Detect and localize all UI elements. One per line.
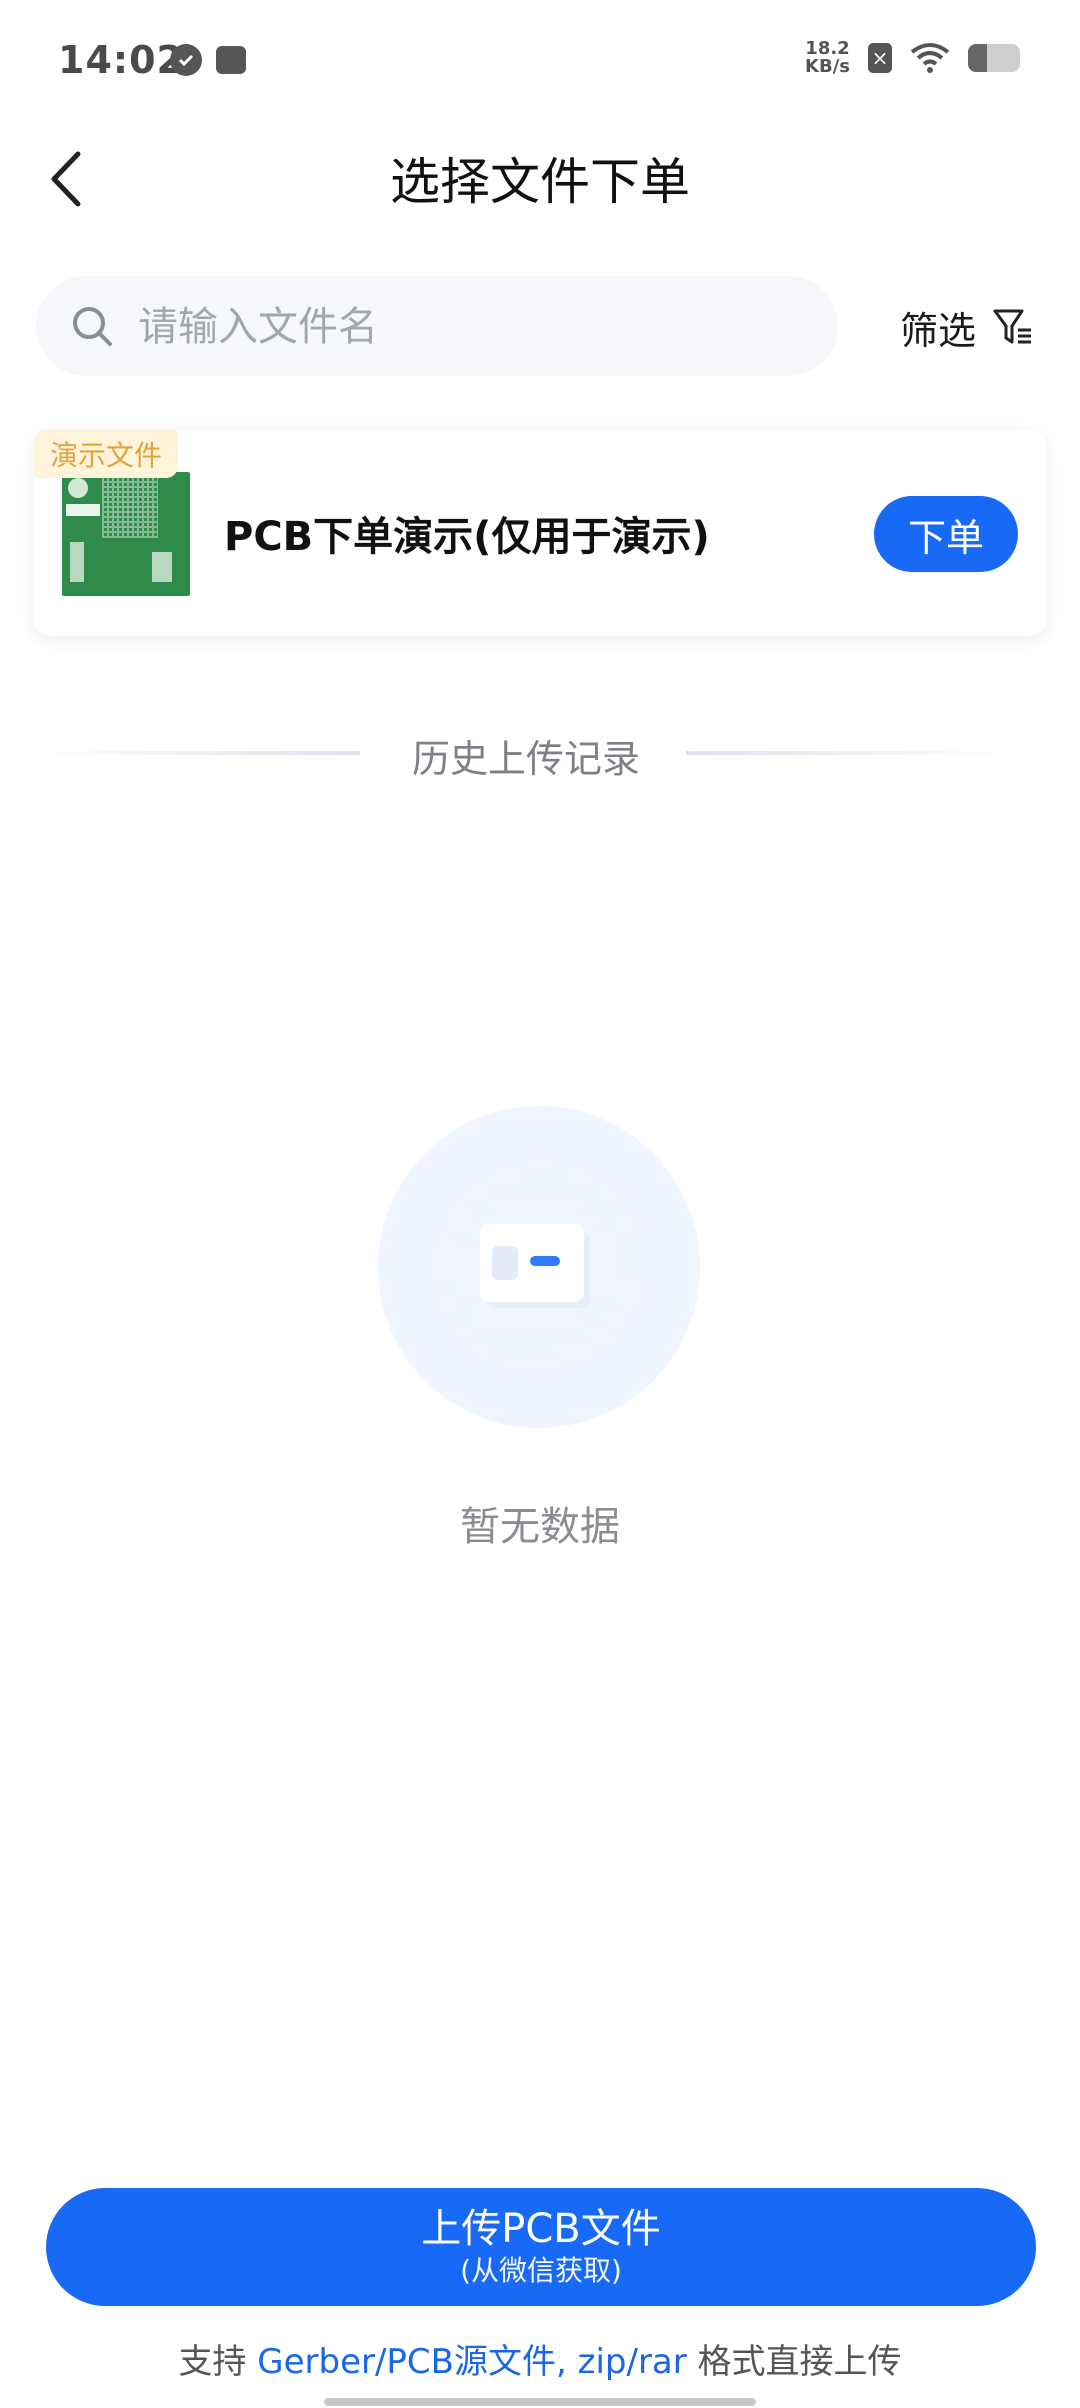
support-prefix: 支持 xyxy=(178,2342,258,2382)
pcb-silkscreen-label xyxy=(66,504,100,516)
home-indicator[interactable] xyxy=(324,2398,756,2406)
pcb-pad xyxy=(70,542,84,582)
status-system-icons: 18.2 KB/s × xyxy=(805,40,1020,76)
order-button[interactable]: 下单 xyxy=(874,496,1018,572)
check-badge-icon xyxy=(170,44,202,76)
demo-file-title: PCB下单演示(仅用于演示) xyxy=(224,514,710,560)
header: 选择文件下单 xyxy=(0,120,1080,240)
id-card-avatar xyxy=(492,1246,518,1280)
pcb-pad xyxy=(152,552,172,582)
status-bar: 14:02 18.2 KB/s × xyxy=(0,0,1080,120)
upload-pcb-button[interactable]: 上传PCB文件 (从微信获取) xyxy=(46,2188,1036,2306)
id-card-icon xyxy=(480,1224,584,1302)
net-speed-unit: KB/s xyxy=(805,56,850,77)
supported-formats-text: 支持 Gerber/PCB源文件, zip/rar 格式直接上传 xyxy=(0,2334,1080,2383)
net-speed: 18.2 KB/s xyxy=(805,40,850,76)
pcb-logo-mark xyxy=(68,478,88,498)
support-formats: Gerber/PCB源文件, zip/rar xyxy=(257,2342,687,2382)
search-icon xyxy=(73,307,112,346)
screen: 14:02 18.2 KB/s × 选择文件下单 请输入文件名 筛选 演示文件 … xyxy=(0,0,1080,2408)
history-label: 历史上传记录 xyxy=(411,737,640,781)
search-bar[interactable] xyxy=(36,276,838,378)
star-message-icon xyxy=(216,46,246,74)
no-sim-icon: × xyxy=(868,43,892,73)
filter-label: 筛选 xyxy=(900,308,977,353)
pcb-pad-grid xyxy=(102,478,158,538)
pcb-thumbnail xyxy=(62,472,190,596)
filter-icon xyxy=(993,309,1032,344)
empty-state-illustration xyxy=(378,1106,700,1428)
divider-line-right xyxy=(686,751,1012,755)
demo-file-card[interactable]: 演示文件 PCB下单演示(仅用于演示) 下单 xyxy=(34,430,1046,636)
empty-state-text: 暂无数据 xyxy=(460,1504,620,1550)
battery-fill xyxy=(968,44,987,72)
upload-button-label: 上传PCB文件 xyxy=(421,2206,661,2252)
page-title: 选择文件下单 xyxy=(390,153,690,211)
battery-icon xyxy=(968,44,1020,72)
support-suffix: 格式直接上传 xyxy=(686,2342,902,2382)
upload-button-sublabel: (从微信获取) xyxy=(460,2254,622,2287)
search-input[interactable] xyxy=(136,276,820,378)
id-card-bar xyxy=(530,1256,560,1266)
wifi-icon xyxy=(910,43,950,73)
filter-button[interactable]: 筛选 xyxy=(900,292,1034,362)
history-divider: 历史上传记录 xyxy=(34,716,1046,786)
status-notification-icons xyxy=(170,44,246,76)
status-time: 14:02 xyxy=(58,38,184,82)
demo-badge: 演示文件 xyxy=(34,430,179,478)
